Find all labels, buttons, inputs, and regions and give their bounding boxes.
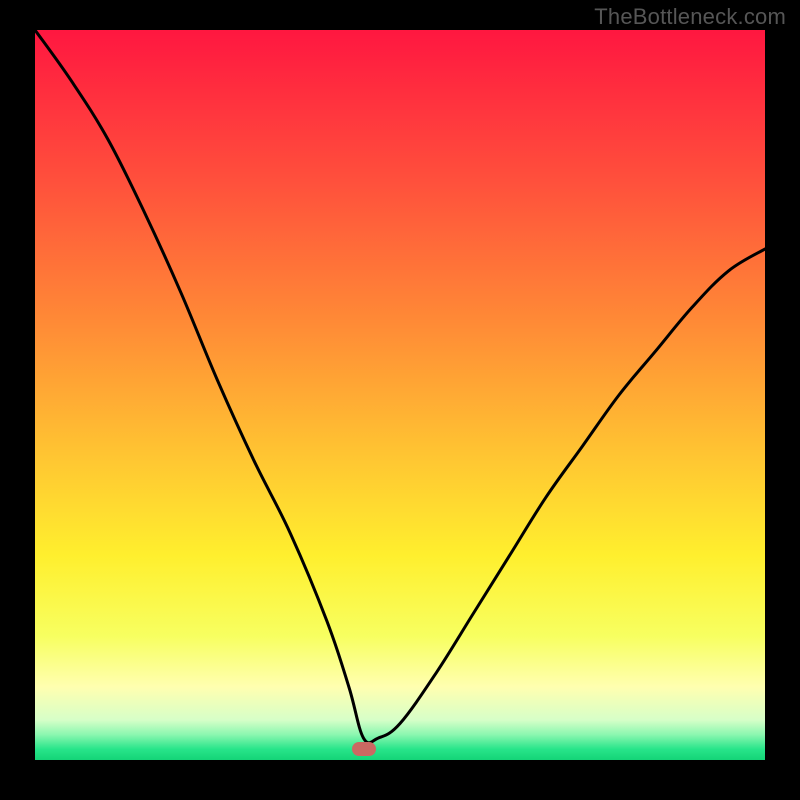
gradient-background [35, 30, 765, 760]
optimal-point-marker [352, 742, 376, 756]
bottleneck-chart [35, 30, 765, 760]
plot-area [35, 30, 765, 760]
watermark-text: TheBottleneck.com [594, 4, 786, 30]
chart-frame: TheBottleneck.com [0, 0, 800, 800]
